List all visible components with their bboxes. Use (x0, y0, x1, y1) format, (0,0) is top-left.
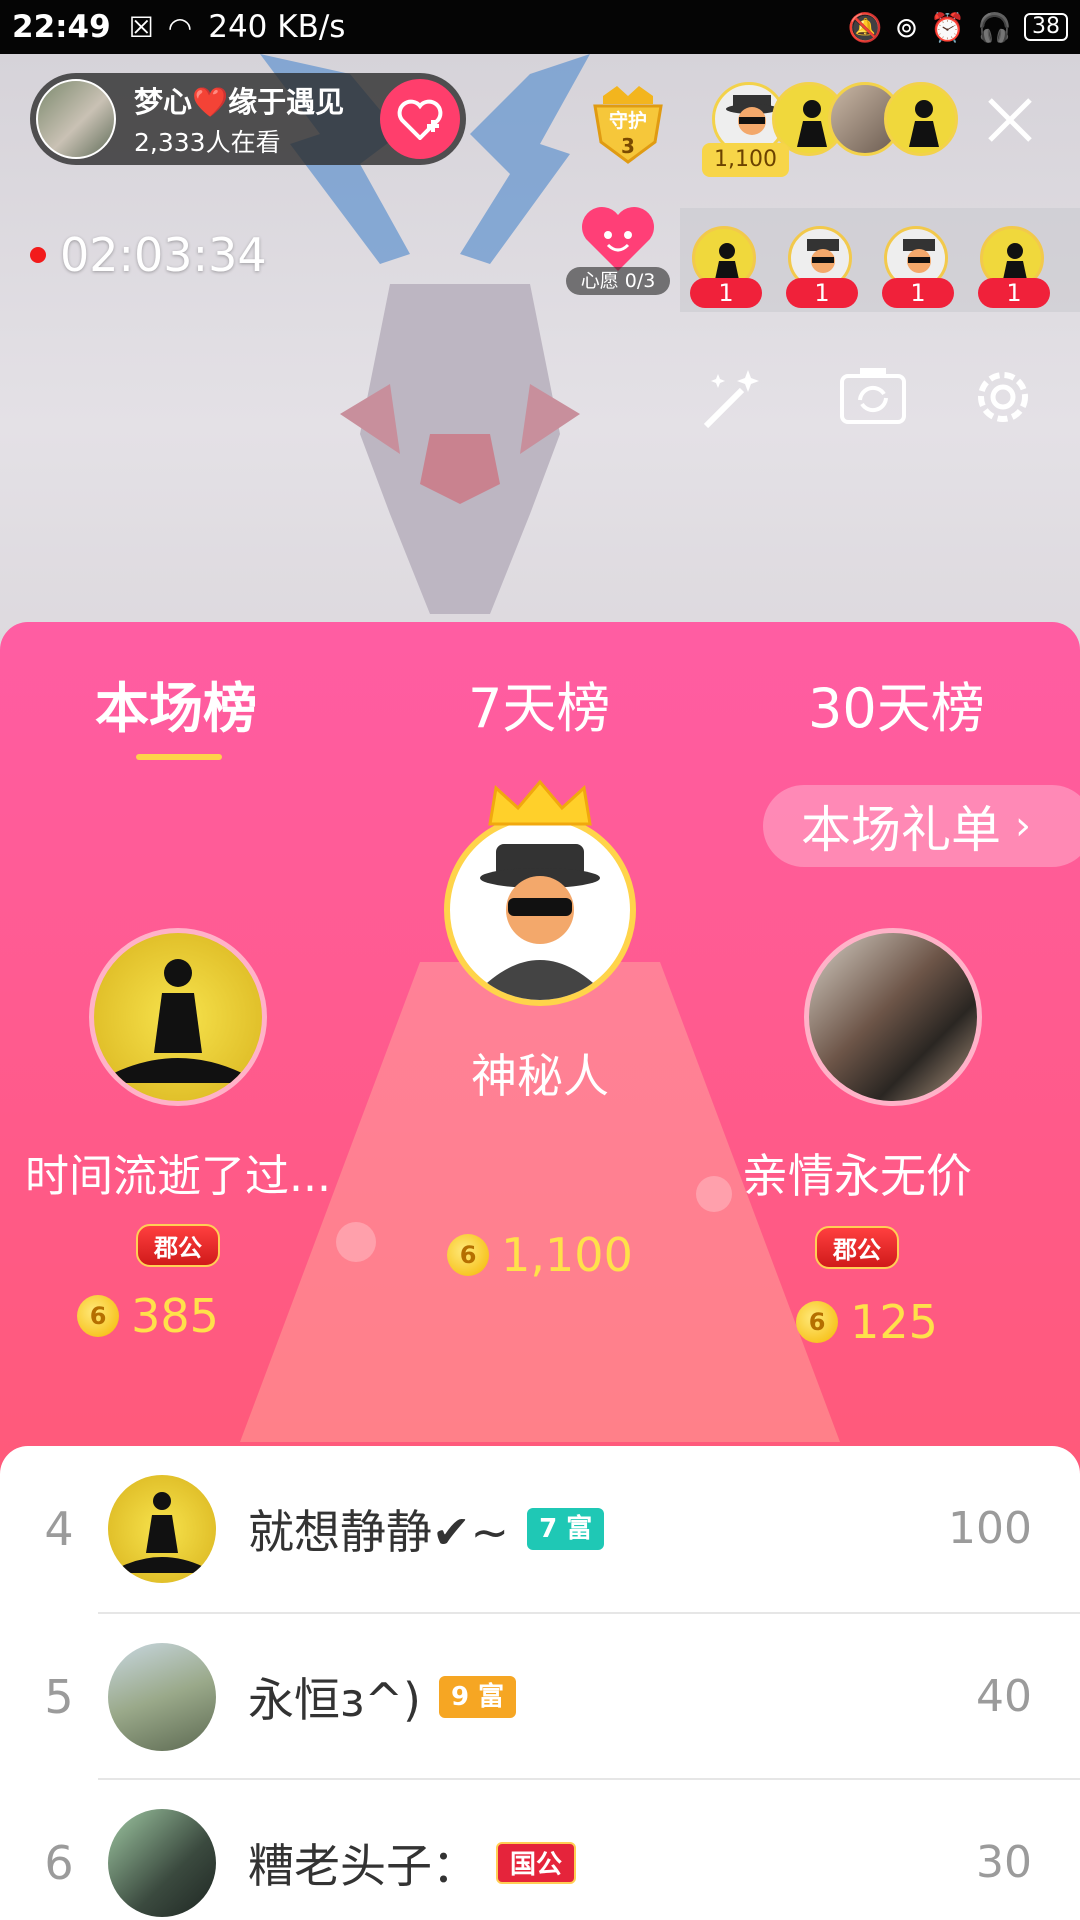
rank-second[interactable]: 时间流逝了过... 郡公 6 385 (0, 928, 356, 1343)
tab-7-days[interactable]: 7天榜 (468, 664, 610, 743)
switch-camera-button[interactable] (836, 360, 910, 434)
crown-icon (488, 779, 592, 826)
follow-button[interactable] (380, 79, 460, 159)
settings-button[interactable] (966, 360, 1040, 434)
mute-icon: 🔕 (847, 10, 883, 44)
notification-icon: ☒ (128, 10, 154, 44)
contributor-count: 1 (978, 278, 1050, 308)
list-name: 糟老头子： (248, 1838, 478, 1893)
contributor-strip[interactable]: 1 1 1 1 (680, 208, 1080, 312)
third-name: 亲情永无价 (742, 1149, 972, 1203)
wish-button[interactable]: 心愿 0/3 (566, 205, 670, 297)
close-icon (988, 98, 1032, 142)
alarm-icon: ⏰ (930, 10, 966, 44)
coin-icon: 6 (77, 1295, 120, 1337)
headphone-icon: 🎧 (977, 10, 1012, 44)
list-score: 100 (948, 1503, 1032, 1554)
wifi-icon: ◠ (167, 10, 193, 44)
gift-list-button[interactable]: 本场礼单 › (763, 785, 1080, 867)
ranking-list: 4 就想静静✔~ 7 富 100 5 永恒з^) 9 富 40 6 糟老头子： … (0, 1446, 1080, 1920)
lock-icon: ⊚ (894, 10, 919, 44)
viewer-count: 2,333人在看 (134, 128, 281, 157)
list-rank: 5 (44, 1669, 74, 1724)
list-item[interactable]: 4 就想静静✔~ 7 富 100 (0, 1446, 1080, 1611)
tab-this-show[interactable]: 本场榜 (95, 664, 257, 743)
first-score-value: 1,100 (501, 1228, 633, 1282)
viewer-avatar[interactable] (884, 82, 958, 156)
timer-text: 02:03:34 (60, 228, 267, 282)
third-score-value: 125 (850, 1295, 938, 1349)
guard-count: 3 (621, 134, 635, 158)
second-avatar[interactable] (89, 928, 267, 1106)
tab-30-days[interactable]: 30天榜 (808, 664, 985, 743)
camera-switch-icon (840, 368, 906, 424)
wealth-level-badge: 7 富 (527, 1507, 605, 1550)
third-score: 6 125 (724, 1295, 1010, 1349)
chevron-right-icon: › (1015, 803, 1031, 849)
list-item[interactable]: 5 永恒з^) 9 富 40 (0, 1614, 1080, 1779)
contributor-count: 1 (786, 278, 858, 308)
list-name: 就想静静✔~ (248, 1504, 510, 1559)
first-avatar[interactable] (444, 814, 636, 1006)
close-button[interactable] (980, 90, 1040, 150)
title-badge: 国公 (496, 1841, 577, 1884)
wealth-level-badge: 9 富 (438, 1675, 517, 1718)
battery-icon: 38 (1024, 13, 1068, 41)
third-avatar[interactable] (804, 928, 982, 1106)
contributor-slot[interactable]: 1 (978, 226, 1050, 308)
magic-wand-icon (703, 370, 759, 429)
coin-icon: 6 (447, 1234, 490, 1276)
contributor-count: 1 (882, 278, 954, 308)
coin-icon: 6 (796, 1301, 839, 1343)
list-rank: 4 (44, 1501, 74, 1556)
contributor-slot[interactable]: 1 (690, 226, 762, 308)
host-info-card[interactable]: 梦心❤️缘于遇见 2,333人在看 (30, 73, 466, 165)
list-avatar[interactable] (108, 1474, 216, 1583)
contributor-slot[interactable]: 1 (882, 226, 954, 308)
beauty-filter-button[interactable] (696, 360, 770, 434)
first-name: 神秘人 (471, 1049, 609, 1103)
rank-third[interactable]: 亲情永无价 郡公 6 125 (724, 928, 1080, 1349)
active-tab-indicator (136, 754, 222, 760)
heart-plus-icon (397, 99, 443, 140)
guard-badge[interactable]: 守护 3 (583, 82, 673, 168)
second-score-value: 385 (131, 1289, 219, 1343)
ranking-tabs: 本场榜 7天榜 30天榜 (0, 644, 1080, 760)
first-score: 6 1,100 (400, 1228, 680, 1282)
list-rank: 6 (44, 1835, 74, 1890)
host-avatar[interactable] (36, 79, 116, 159)
meditation-silhouette-icon (120, 1491, 204, 1573)
second-score: 6 385 (0, 1289, 356, 1343)
list-score: 30 (976, 1837, 1032, 1888)
top-viewer-score: 1,100 (702, 143, 789, 177)
host-name: 梦心❤️缘于遇见 (134, 85, 345, 119)
status-bar: 22:49 ☒ ◠ 240 KB/s 🔕 ⊚ ⏰ 🎧 38 (0, 0, 1080, 54)
status-time: 22:49 (12, 9, 111, 45)
heart-face-icon (582, 207, 654, 271)
second-title-badge: 郡公 (136, 1224, 220, 1267)
contributor-count: 1 (690, 278, 762, 308)
meditation-silhouette-icon (114, 959, 242, 1083)
third-title-badge: 郡公 (815, 1226, 899, 1269)
list-score: 40 (976, 1671, 1032, 1722)
wish-label: 心愿 0/3 (566, 267, 670, 295)
live-timer: 02:03:34 (30, 228, 267, 282)
recording-dot-icon (30, 247, 46, 263)
list-item[interactable]: 6 糟老头子： 国公 30 (0, 1780, 1080, 1920)
network-speed: 240 KB/s (208, 9, 346, 45)
mystery-man-icon (470, 844, 610, 1000)
guard-label: 守护 (608, 110, 647, 132)
second-name: 时间流逝了过... (25, 1151, 331, 1202)
gear-icon (978, 372, 1028, 422)
list-avatar[interactable] (108, 1642, 216, 1751)
gift-list-label: 本场礼单 (801, 801, 1001, 859)
rank-first[interactable]: 神秘人 (400, 779, 680, 1106)
list-name: 永恒з^) (248, 1672, 421, 1727)
list-avatar[interactable] (108, 1808, 216, 1917)
contributor-slot[interactable]: 1 (786, 226, 858, 308)
